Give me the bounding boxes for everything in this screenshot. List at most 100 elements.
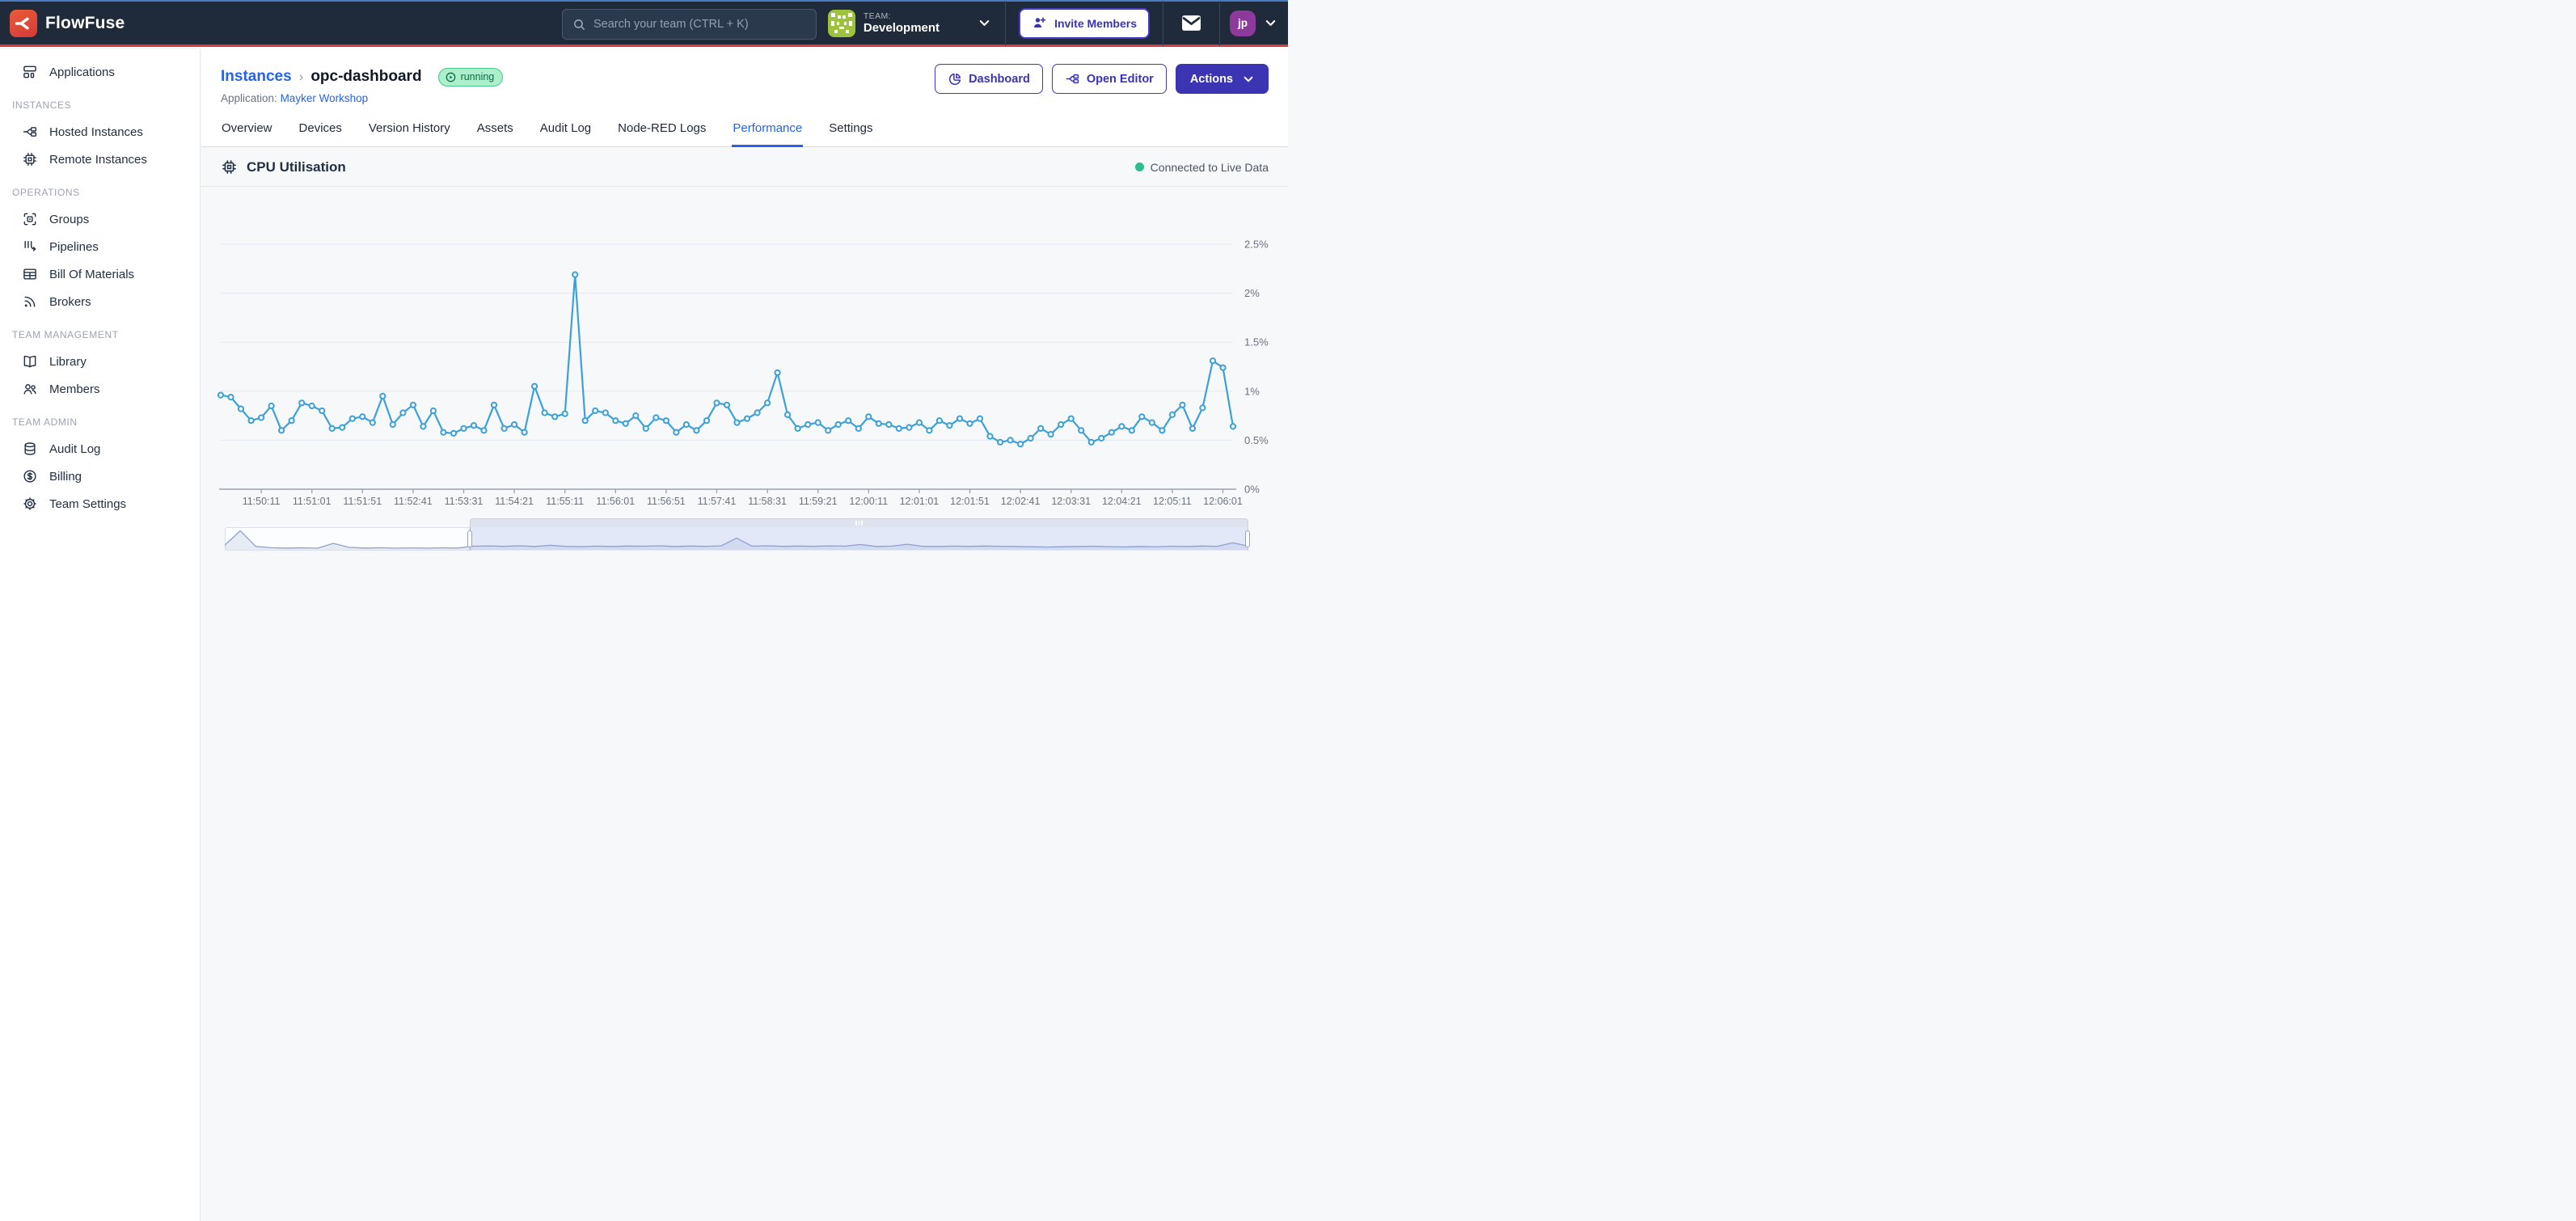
actions-button-label: Actions — [1190, 73, 1233, 86]
billing-icon — [22, 468, 38, 484]
play-circle-icon — [446, 72, 456, 82]
sidebar-item-label: Applications — [49, 65, 115, 79]
sidebar-item-label: Pipelines — [49, 240, 99, 254]
sidebar-item-members[interactable]: Members — [0, 375, 200, 403]
sidebar-item-applications[interactable]: Applications — [0, 58, 200, 86]
team-settings-icon — [22, 496, 38, 512]
cpu-utilisation-chart[interactable]: 0%0.5%1%1.5%2%2.5%11:50:1111:51:0111:51:… — [221, 187, 1275, 513]
page-title: opc-dashboard — [310, 67, 421, 87]
svg-text:12:05:11: 12:05:11 — [1153, 496, 1192, 507]
pie-chart-icon — [948, 72, 962, 87]
application-link[interactable]: Mayker Workshop — [281, 92, 369, 104]
sidebar-item-label: Audit Log — [49, 442, 100, 456]
flowfuse-logo-icon — [10, 10, 37, 37]
sidebar-section-team-management: TEAM MANAGEMENT — [12, 329, 200, 340]
performance-panel: CPU Utilisation Connected to Live Data 0… — [201, 147, 1288, 610]
status-badge-label: running — [461, 67, 495, 87]
svg-text:12:01:01: 12:01:01 — [900, 496, 940, 507]
dashboard-button-label: Dashboard — [969, 73, 1030, 86]
team-selector[interactable]: TEAM: Development — [815, 1, 1005, 46]
cpu-series-points[interactable] — [218, 273, 1235, 447]
status-badge: running — [438, 68, 504, 87]
sidebar-item-audit-log[interactable]: Audit Log — [0, 435, 200, 463]
sidebar-item-label: Hosted Instances — [49, 125, 143, 139]
sidebar-item-library[interactable]: Library — [0, 348, 200, 375]
bill-of-materials-icon — [22, 266, 38, 282]
cpu-chip-icon — [221, 158, 238, 175]
sidebar-item-label: Brokers — [49, 295, 91, 309]
team-avatar-icon — [828, 10, 855, 37]
chevron-down-icon — [1265, 17, 1277, 29]
invite-members-cell: Invite Members — [1006, 1, 1163, 46]
team-name: Development — [864, 21, 940, 35]
sidebar-item-brokers[interactable]: Brokers — [0, 288, 200, 315]
user-menu[interactable]: jp — [1220, 1, 1288, 46]
brush-selection[interactable] — [470, 527, 1248, 551]
tab-performance[interactable]: Performance — [732, 121, 803, 147]
tab-audit-log[interactable]: Audit Log — [539, 121, 592, 147]
library-icon — [22, 353, 38, 370]
svg-text:11:58:31: 11:58:31 — [748, 496, 787, 507]
instance-tabs: Overview Devices Version History Assets Audi… — [201, 121, 1288, 147]
svg-text:12:00:11: 12:00:11 — [849, 496, 888, 507]
node-branch-icon — [1065, 71, 1080, 87]
brush-handle-left[interactable] — [467, 530, 472, 547]
svg-text:12:03:31: 12:03:31 — [1051, 496, 1091, 507]
svg-text:11:53:31: 11:53:31 — [445, 496, 484, 507]
header-actions: Dashboard Open Editor Actions — [935, 64, 1269, 94]
panel-title: CPU Utilisation — [247, 159, 346, 175]
sidebar-item-label: Library — [49, 355, 87, 369]
actions-button[interactable]: Actions — [1176, 64, 1269, 94]
brush-handle-right[interactable] — [1245, 530, 1250, 547]
panel-title-wrap: CPU Utilisation — [221, 158, 346, 175]
brush-drag-bar[interactable] — [470, 518, 1248, 527]
svg-text:12:06:01: 12:06:01 — [1203, 496, 1243, 507]
x-axis-labels: 11:50:1111:51:0111:51:5111:52:4111:53:31… — [243, 489, 1243, 507]
svg-text:0.5%: 0.5% — [1244, 434, 1269, 446]
team-search[interactable] — [562, 9, 817, 40]
sidebar-item-billing[interactable]: Billing — [0, 463, 200, 490]
chevron-down-icon — [978, 17, 990, 29]
sidebar-item-groups[interactable]: Groups — [0, 205, 200, 233]
sidebar-item-label: Bill Of Materials — [49, 268, 134, 281]
sidebar-item-hosted-instances[interactable]: Hosted Instances — [0, 118, 200, 146]
drag-grip-icon — [855, 521, 863, 526]
main-content: Instances › opc-dashboard running Applic… — [201, 47, 1288, 610]
sidebar-nav: Applications INSTANCES Hosted Instances Rem… — [0, 49, 201, 1221]
open-editor-button[interactable]: Open Editor — [1052, 64, 1167, 94]
search-input[interactable] — [593, 18, 806, 31]
hosted-instances-icon — [22, 124, 38, 140]
tab-version-history[interactable]: Version History — [368, 121, 451, 147]
sidebar-item-bill-of-materials[interactable]: Bill Of Materials — [0, 260, 200, 288]
tab-node-red-logs[interactable]: Node-RED Logs — [617, 121, 707, 147]
svg-text:11:57:41: 11:57:41 — [698, 496, 737, 507]
notifications-button[interactable] — [1163, 1, 1219, 46]
invite-members-button[interactable]: Invite Members — [1019, 8, 1150, 39]
chevron-right-icon: › — [299, 67, 304, 87]
sidebar-item-pipelines[interactable]: Pipelines — [0, 233, 200, 260]
tab-overview[interactable]: Overview — [221, 121, 273, 147]
members-icon — [22, 381, 38, 397]
brush-track[interactable] — [225, 527, 470, 551]
avatar: jp — [1230, 11, 1256, 36]
panel-header: CPU Utilisation Connected to Live Data — [201, 147, 1288, 187]
sidebar-item-remote-instances[interactable]: Remote Instances — [0, 146, 200, 173]
user-plus-icon — [1032, 15, 1047, 31]
tab-assets[interactable]: Assets — [476, 121, 514, 147]
tab-settings[interactable]: Settings — [828, 121, 873, 147]
groups-icon — [22, 211, 38, 227]
live-status-label: Connected to Live Data — [1151, 161, 1269, 174]
sidebar-section-operations: OPERATIONS — [12, 187, 200, 198]
sidebar-item-team-settings[interactable]: Team Settings — [0, 490, 200, 518]
sidebar-section-instances: INSTANCES — [12, 99, 200, 111]
dashboard-button[interactable]: Dashboard — [935, 64, 1043, 94]
applications-icon — [22, 64, 38, 80]
envelope-icon — [1181, 15, 1201, 32]
svg-text:2.5%: 2.5% — [1244, 239, 1269, 251]
tab-devices[interactable]: Devices — [298, 121, 343, 147]
team-meta: TEAM: Development — [864, 11, 940, 35]
breadcrumb-instances-link[interactable]: Instances — [221, 67, 292, 87]
cpu-series-line — [221, 275, 1233, 445]
remote-instances-icon — [22, 151, 38, 167]
brand[interactable]: FlowFuse — [10, 10, 125, 37]
